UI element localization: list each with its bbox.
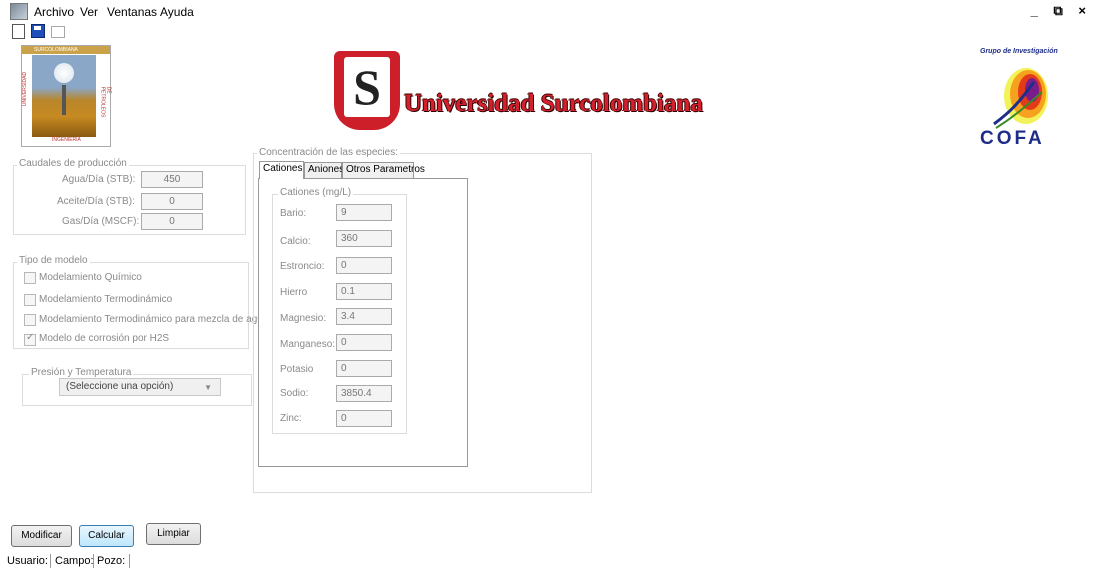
zinc-input[interactable]: 0: [336, 410, 392, 427]
menu-ayuda[interactable]: Ayuda: [160, 5, 194, 19]
sodium-input[interactable]: 3850.4: [336, 385, 392, 402]
university-emblem: S: [334, 51, 400, 130]
strontium-label: Estroncio:: [280, 261, 325, 272]
calcium-label: Calcio:: [280, 236, 311, 247]
h2s-corrosion-checkbox[interactable]: [24, 332, 36, 346]
menu-ver[interactable]: Ver: [80, 5, 98, 19]
barium-input[interactable]: 9: [336, 204, 392, 221]
calcium-input[interactable]: 360: [336, 230, 392, 247]
gas-input[interactable]: 0: [141, 213, 203, 230]
h2s-corrosion-label: Modelo de corrosión por H2S: [39, 333, 170, 344]
status-user: Usuario:: [7, 555, 48, 567]
iron-input[interactable]: 0.1: [336, 283, 392, 300]
strontium-input[interactable]: 0: [336, 257, 392, 274]
potassium-input[interactable]: 0: [336, 360, 392, 377]
status-field: Campo:: [55, 555, 94, 567]
modify-button[interactable]: Modificar: [11, 525, 72, 547]
water-label: Agua/Día (STB):: [62, 174, 136, 185]
menu-bar: Archivo Ver Ventanas Ayuda _ ⧉ ×: [0, 0, 1102, 22]
thermo-mix-model-label: Modelamiento Termodinámico para mezcla d…: [39, 314, 274, 325]
species-title: Concentración de las especies:: [257, 147, 400, 158]
cofa-logo: Grupo de Investigación COFA: [980, 48, 1058, 149]
thermo-model-checkbox[interactable]: [24, 294, 36, 306]
save-icon[interactable]: [31, 24, 46, 38]
menu-archivo[interactable]: Archivo: [34, 5, 74, 19]
petroleum-engineering-logo: SURCOLOMBIANA UNIVERSIDAD DE PETROLEOS I…: [21, 45, 111, 147]
manganese-input[interactable]: 0: [336, 334, 392, 351]
oil-label: Aceite/Día (STB):: [57, 196, 135, 207]
zinc-label: Zinc:: [280, 413, 302, 424]
tab-otros-parametros[interactable]: Otros Parametros: [342, 162, 425, 178]
water-input[interactable]: 450: [141, 171, 203, 188]
university-name: Universidad Surcolombiana: [404, 90, 703, 117]
window-controls[interactable]: _ ⧉ ×: [1031, 3, 1092, 19]
cofa-flame-icon: [993, 68, 1048, 129]
magnesium-label: Magnesio:: [280, 313, 327, 324]
potassium-label: Potasio: [280, 364, 314, 375]
iron-label: Hierro: [280, 287, 308, 298]
tab-cationes[interactable]: Cationes: [259, 161, 304, 179]
gas-label: Gas/Día (MSCF):: [62, 216, 140, 227]
thermo-mix-model-checkbox[interactable]: [24, 314, 36, 326]
menu-ventanas[interactable]: Ventanas: [107, 5, 157, 19]
toolbar: [12, 24, 68, 42]
cations-title: Cationes (mg/L): [278, 187, 354, 198]
production-title: Caudales de producción: [17, 158, 129, 169]
thermo-model-label: Modelamiento Termodinámico: [39, 294, 173, 305]
sodium-label: Sodio:: [280, 388, 309, 399]
magnesium-input[interactable]: 3.4: [336, 308, 392, 325]
manganese-label: Manganeso:: [280, 339, 336, 350]
model-type-title: Tipo de modelo: [17, 255, 90, 266]
clear-button[interactable]: Limpiar: [146, 523, 201, 545]
print-icon[interactable]: [51, 26, 66, 38]
pressure-temp-select[interactable]: (Seleccione una opción) ▼: [59, 378, 221, 396]
new-document-icon[interactable]: [12, 24, 25, 39]
calculate-button[interactable]: Calcular: [79, 525, 134, 547]
tab-aniones[interactable]: Aniones: [304, 162, 344, 178]
app-icon[interactable]: [10, 3, 28, 20]
chemical-model-label: Modelamiento Químico: [39, 272, 142, 283]
barium-label: Bario:: [280, 208, 307, 219]
oil-input[interactable]: 0: [141, 193, 203, 210]
chemical-model-checkbox[interactable]: [24, 272, 36, 284]
status-bar: Usuario: Campo: Pozo:: [0, 550, 1102, 571]
chevron-down-icon[interactable]: ▼: [204, 383, 212, 392]
pressure-temp-title: Presión y Temperatura: [29, 367, 134, 378]
status-well: Pozo:: [97, 555, 126, 567]
